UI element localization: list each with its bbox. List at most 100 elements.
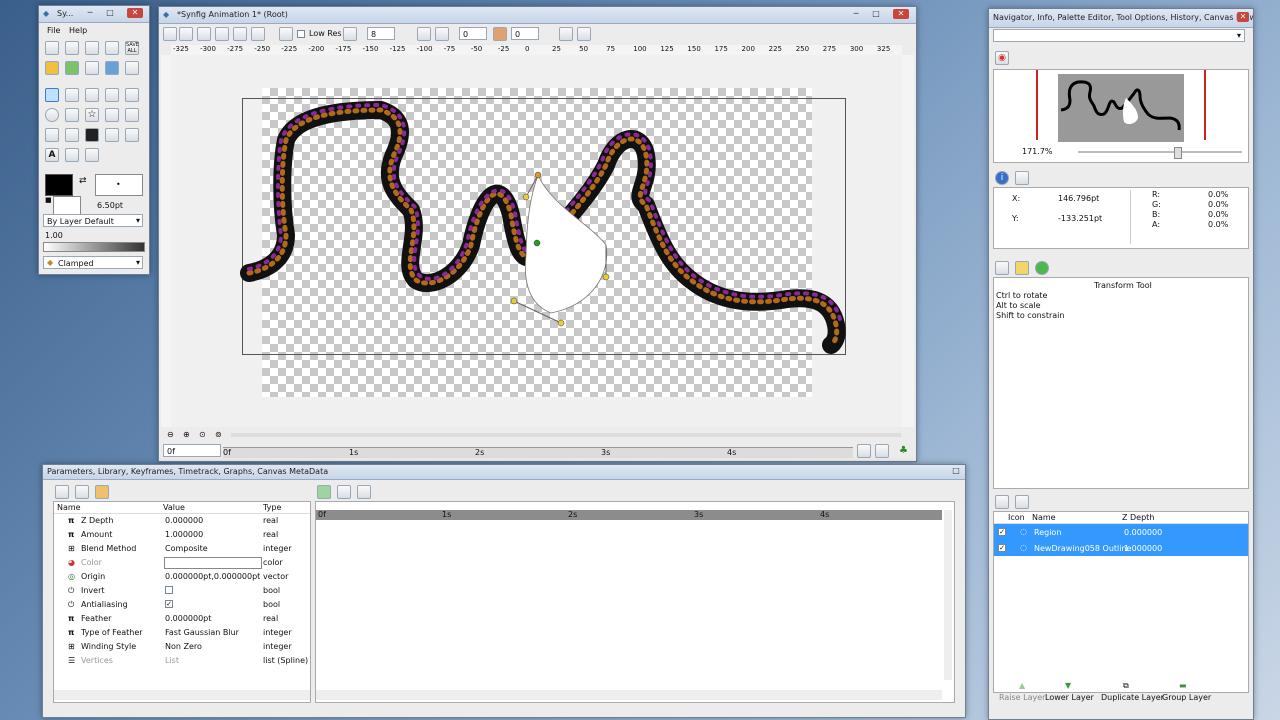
canvas-browser-tab-icon[interactable] [1035, 261, 1049, 275]
minimize-button[interactable]: ─ [849, 9, 863, 19]
layer-row-outline[interactable]: ✓ ◌ NewDrawing058 Outline 1.000000 [994, 540, 1248, 556]
layer-row-region[interactable]: ✓ ◌ Region 0.000000 [994, 524, 1248, 540]
save-icon[interactable] [85, 41, 99, 55]
draw-tool-icon[interactable] [85, 128, 99, 142]
render-settings-icon[interactable] [559, 27, 573, 41]
invert-checkbox[interactable] [165, 586, 173, 594]
timetrack-tab-icon[interactable] [317, 485, 331, 499]
bline-icon[interactable] [251, 27, 265, 41]
preview-icon[interactable] [577, 27, 591, 41]
graphs-tab-icon[interactable] [337, 485, 351, 499]
param-value[interactable]: Composite [165, 544, 208, 553]
toggle-ducks-icon[interactable] [179, 27, 193, 41]
transform-tool-icon[interactable] [45, 88, 59, 102]
tangent-duck[interactable] [602, 273, 610, 281]
keyframe-lock-icon[interactable] [875, 444, 889, 458]
swap-colors-icon[interactable]: ⇄ [79, 176, 87, 186]
outline-color-swatch[interactable] [45, 174, 73, 196]
history-tab-icon[interactable] [1015, 261, 1029, 275]
quality-spinner[interactable]: 8 [367, 27, 395, 40]
vertex-duck[interactable] [534, 171, 542, 179]
render-icon[interactable] [163, 27, 177, 41]
menu-help[interactable]: Help [69, 26, 87, 35]
onion-icon[interactable] [493, 27, 507, 41]
header-zdepth[interactable]: Z Depth [1122, 513, 1154, 522]
duplicate-layer-button[interactable]: Duplicate Layer [1101, 693, 1164, 702]
info-tab-icon[interactable]: i [995, 171, 1009, 185]
interpolation-select[interactable]: ◆ Clamped ▾ [43, 256, 143, 269]
tool-options-tab-icon[interactable] [995, 261, 1009, 275]
mirror-tool-icon[interactable] [125, 88, 139, 102]
layers-tab-icon[interactable] [995, 495, 1009, 509]
zoom-in-icon[interactable]: ⊕ [183, 430, 190, 439]
render-icon[interactable] [105, 61, 119, 75]
close-button[interactable]: ✕ [893, 9, 909, 19]
vertical-scrollbar[interactable] [902, 55, 914, 427]
rotate-tool-icon[interactable] [105, 88, 119, 102]
canvas-titlebar[interactable]: ◆ *Synfig Animation 1* (Root) ─ □ ✕ [159, 7, 916, 24]
polygon-tool-icon[interactable] [125, 108, 139, 122]
text-tool-icon[interactable]: A [45, 148, 59, 162]
future-onion-spinner[interactable]: 0 [511, 27, 539, 40]
preview-icon[interactable] [125, 61, 139, 75]
toolbox-titlebar[interactable]: ◆ Sy... ─ □ ✕ [39, 6, 149, 23]
spline-tool-icon[interactable] [45, 128, 59, 142]
metadata-tab-icon[interactable] [357, 485, 371, 499]
animation-mode-icon[interactable]: ♣ [899, 445, 908, 456]
antialiasing-checkbox[interactable]: ✓ [165, 600, 173, 608]
gradient-tool-icon[interactable] [105, 108, 119, 122]
smooth-move-tool-icon[interactable] [65, 88, 79, 102]
default-colors-icon[interactable]: ■ [45, 196, 52, 204]
save-all-button[interactable]: SAVE ALL [125, 41, 139, 55]
navigator-tab-icon[interactable]: ◉ [995, 51, 1009, 65]
tangent-duck[interactable] [522, 193, 530, 201]
horizontal-scrollbar[interactable] [231, 433, 901, 437]
redo-icon[interactable] [65, 61, 79, 75]
fill-tool-icon[interactable] [65, 128, 79, 142]
param-value[interactable]: 0.000000 [165, 516, 203, 525]
new-icon[interactable] [45, 41, 59, 55]
current-time-field[interactable]: 0f [163, 444, 221, 457]
setup-icon[interactable] [85, 61, 99, 75]
blend-method-select[interactable]: By Layer Default ▾ [43, 214, 143, 227]
work-area[interactable] [171, 55, 902, 427]
scale-tool-icon[interactable] [85, 88, 99, 102]
param-value[interactable]: Fast Gaussian Blur [165, 628, 239, 637]
circle-tool-icon[interactable] [45, 108, 59, 122]
zoom-icon[interactable] [279, 27, 293, 41]
rectangle-tool-icon[interactable] [65, 108, 79, 122]
past-onion-spinner[interactable]: 0 [459, 27, 487, 40]
low-res-checkbox[interactable] [297, 30, 305, 38]
param-value[interactable]: 0.000000pt [165, 614, 211, 623]
pointer-icon[interactable] [233, 27, 247, 41]
color-swatch[interactable] [164, 557, 262, 569]
library-tab-icon[interactable] [75, 485, 89, 499]
sets-tab-icon[interactable] [1015, 495, 1029, 509]
cutout-tool-icon[interactable] [105, 128, 119, 142]
zoom-reset-icon[interactable]: ⊚ [215, 430, 222, 439]
zoom-slider-handle[interactable] [1174, 147, 1182, 159]
amount-slider[interactable] [43, 242, 145, 252]
close-button[interactable]: ✕ [1237, 12, 1249, 22]
canvas-selector[interactable]: ▾ [993, 29, 1245, 42]
param-value[interactable]: List [165, 656, 179, 665]
save-as-icon[interactable] [105, 41, 119, 55]
param-value[interactable]: 1.000000 [165, 530, 203, 539]
animate-mode-icon[interactable] [857, 444, 871, 458]
zoom-fit-icon[interactable]: ⊙ [199, 430, 206, 439]
open-icon[interactable] [65, 41, 79, 55]
width-value[interactable]: 6.50pt [97, 201, 123, 210]
origin-duck[interactable] [533, 239, 541, 247]
star-tool-icon[interactable]: ☆ [85, 108, 99, 122]
maximize-button[interactable]: □ [869, 9, 883, 19]
group-layer-button[interactable]: Group Layer [1162, 693, 1211, 702]
restore-button[interactable]: □ [949, 466, 963, 476]
param-value[interactable]: 0.000000pt,0.000000pt [165, 572, 260, 581]
timetrack-vscrollbar[interactable] [944, 510, 952, 680]
raise-layer-button[interactable]: Raise Layer [999, 693, 1045, 702]
params-hscrollbar[interactable] [54, 690, 310, 700]
maximize-button[interactable]: □ [103, 8, 117, 18]
sketch-tool-icon[interactable] [65, 148, 79, 162]
zoom-fit-icon[interactable] [343, 27, 357, 41]
params-tab-icon[interactable] [55, 485, 69, 499]
